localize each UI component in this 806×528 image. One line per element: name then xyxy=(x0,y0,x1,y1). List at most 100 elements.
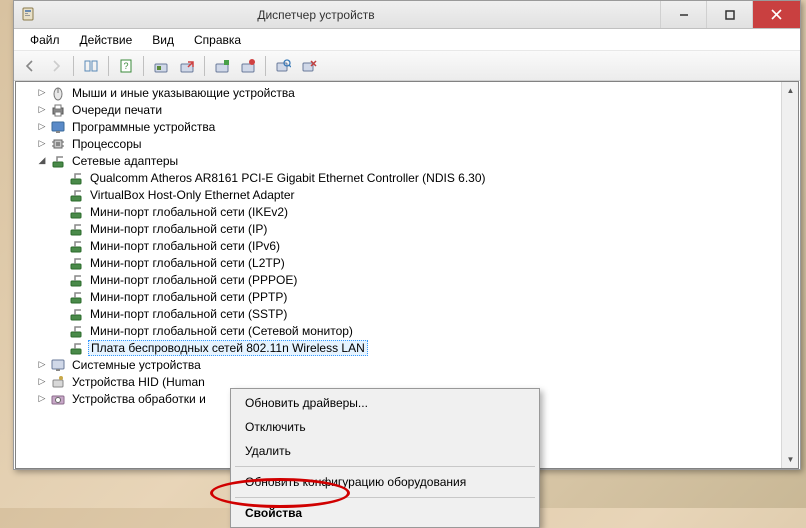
tree-row[interactable]: Мини-порт глобальной сети (SSTP) xyxy=(16,305,798,322)
expand-icon[interactable]: ▷ xyxy=(36,393,48,405)
tree-row[interactable]: Мини-порт глобальной сети (IPv6) xyxy=(16,237,798,254)
device-label[interactable]: Мини-порт глобальной сети (PPPOE) xyxy=(88,273,299,287)
tree-row[interactable]: ▷ Очереди печати xyxy=(16,101,798,118)
menu-file[interactable]: Файл xyxy=(20,30,70,50)
tree-row[interactable]: Мини-порт глобальной сети (PPPOE) xyxy=(16,271,798,288)
forward-button[interactable] xyxy=(44,54,68,78)
tree-row[interactable]: ▷ Системные устройства xyxy=(16,356,798,373)
device-label[interactable]: VirtualBox Host-Only Ethernet Adapter xyxy=(88,188,297,202)
title-bar: Диспетчер устройств xyxy=(14,1,800,29)
toolbar-sep xyxy=(265,56,266,76)
expand-icon[interactable]: ▷ xyxy=(36,376,48,388)
tree-row[interactable]: Мини-порт глобальной сети (IKEv2) xyxy=(16,203,798,220)
device-label[interactable]: Мини-порт глобальной сети (SSTP) xyxy=(88,307,289,321)
tree-row[interactable]: ▷ Мыши и иные указывающие устройства xyxy=(16,84,798,101)
tree-row[interactable]: ▷ Процессоры xyxy=(16,135,798,152)
device-label[interactable]: Мини-порт глобальной сети (IPv6) xyxy=(88,239,282,253)
enable-button[interactable] xyxy=(210,54,234,78)
device-label[interactable]: Системные устройства xyxy=(70,358,203,372)
tree-row[interactable]: Мини-порт глобальной сети (L2TP) xyxy=(16,254,798,271)
expand-spacer xyxy=(54,342,66,354)
ctx-scan-hardware[interactable]: Обновить конфигурацию оборудования xyxy=(233,470,537,494)
tree-row[interactable]: ▷ Программные устройства xyxy=(16,118,798,135)
device-label[interactable]: Мини-порт глобальной сети (Сетевой монит… xyxy=(88,324,355,338)
system-icon xyxy=(50,357,66,373)
expand-spacer xyxy=(54,325,66,337)
expand-icon[interactable]: ▷ xyxy=(36,359,48,371)
ctx-update-drivers[interactable]: Обновить драйверы... xyxy=(233,391,537,415)
adapter-icon xyxy=(68,289,84,305)
vertical-scrollbar[interactable]: ▲ ▼ xyxy=(781,82,798,468)
device-label[interactable]: Очереди печати xyxy=(70,103,164,117)
expand-icon[interactable]: ▷ xyxy=(36,121,48,133)
scroll-up-button[interactable]: ▲ xyxy=(782,82,799,99)
ctx-separator xyxy=(235,497,535,498)
ctx-uninstall[interactable]: Удалить xyxy=(233,439,537,463)
toolbar: ? xyxy=(14,51,800,81)
context-menu: Обновить драйверы... Отключить Удалить О… xyxy=(230,388,540,528)
disable-button[interactable] xyxy=(236,54,260,78)
menu-action[interactable]: Действие xyxy=(70,30,143,50)
device-label[interactable]: Qualcomm Atheros AR8161 PCI-E Gigabit Et… xyxy=(88,171,488,185)
toolbar-sep xyxy=(73,56,74,76)
adapter-icon xyxy=(68,221,84,237)
collapse-icon[interactable]: ◢ xyxy=(36,155,48,167)
expand-icon[interactable]: ▷ xyxy=(36,104,48,116)
svg-text:?: ? xyxy=(123,61,128,71)
adapter-icon xyxy=(68,272,84,288)
scan-button[interactable] xyxy=(271,54,295,78)
device-label[interactable]: Устройства обработки и xyxy=(70,392,208,406)
adapter-icon xyxy=(68,323,84,339)
device-label[interactable]: Устройства HID (Human xyxy=(70,375,207,389)
expand-icon[interactable]: ▷ xyxy=(36,138,48,150)
device-label[interactable]: Мини-порт глобальной сети (PPTP) xyxy=(88,290,289,304)
tree-row[interactable]: Qualcomm Atheros AR8161 PCI-E Gigabit Et… xyxy=(16,169,798,186)
ctx-properties[interactable]: Свойства xyxy=(233,501,537,525)
expand-spacer xyxy=(54,189,66,201)
expand-spacer xyxy=(54,291,66,303)
back-button[interactable] xyxy=(18,54,42,78)
expand-icon[interactable]: ▷ xyxy=(36,87,48,99)
adapter-icon xyxy=(68,187,84,203)
scroll-down-button[interactable]: ▼ xyxy=(782,451,799,468)
uninstall-button[interactable] xyxy=(175,54,199,78)
update-driver-button[interactable] xyxy=(149,54,173,78)
adapter-icon xyxy=(68,170,84,186)
menu-view[interactable]: Вид xyxy=(142,30,184,50)
show-hide-tree-button[interactable] xyxy=(79,54,103,78)
tree-row[interactable]: ◢ Сетевые адаптеры xyxy=(16,152,798,169)
properties-button[interactable] xyxy=(297,54,321,78)
tree-row[interactable]: VirtualBox Host-Only Ethernet Adapter xyxy=(16,186,798,203)
expand-spacer xyxy=(54,257,66,269)
ctx-separator xyxy=(235,466,535,467)
expand-spacer xyxy=(54,172,66,184)
device-label[interactable]: Процессоры xyxy=(70,137,144,151)
imaging-icon xyxy=(50,391,66,407)
device-label[interactable]: Мини-порт глобальной сети (L2TP) xyxy=(88,256,287,270)
menu-help[interactable]: Справка xyxy=(184,30,251,50)
device-label[interactable]: Мини-порт глобальной сети (IKEv2) xyxy=(88,205,290,219)
window-buttons xyxy=(660,1,800,28)
adapter-icon xyxy=(68,340,84,356)
tree-row[interactable]: Мини-порт глобальной сети (IP) xyxy=(16,220,798,237)
tree-row[interactable]: Мини-порт глобальной сети (Сетевой монит… xyxy=(16,322,798,339)
device-label[interactable]: Сетевые адаптеры xyxy=(70,154,180,168)
device-label[interactable]: Мини-порт глобальной сети (IP) xyxy=(88,222,269,236)
network-icon xyxy=(50,153,66,169)
minimize-button[interactable] xyxy=(660,1,706,28)
tree-row[interactable]: Плата беспроводных сетей 802.11n Wireles… xyxy=(16,339,798,356)
cpu-icon xyxy=(50,136,66,152)
help-button[interactable]: ? xyxy=(114,54,138,78)
mouse-icon xyxy=(50,85,66,101)
device-label[interactable]: Мыши и иные указывающие устройства xyxy=(70,86,297,100)
hid-icon xyxy=(50,374,66,390)
device-label[interactable]: Программные устройства xyxy=(70,120,217,134)
expand-spacer xyxy=(54,206,66,218)
device-label[interactable]: Плата беспроводных сетей 802.11n Wireles… xyxy=(88,340,368,356)
tree-row[interactable]: Мини-порт глобальной сети (PPTP) xyxy=(16,288,798,305)
printer-icon xyxy=(50,102,66,118)
close-button[interactable] xyxy=(752,1,800,28)
ctx-disable[interactable]: Отключить xyxy=(233,415,537,439)
maximize-button[interactable] xyxy=(706,1,752,28)
expand-spacer xyxy=(54,274,66,286)
